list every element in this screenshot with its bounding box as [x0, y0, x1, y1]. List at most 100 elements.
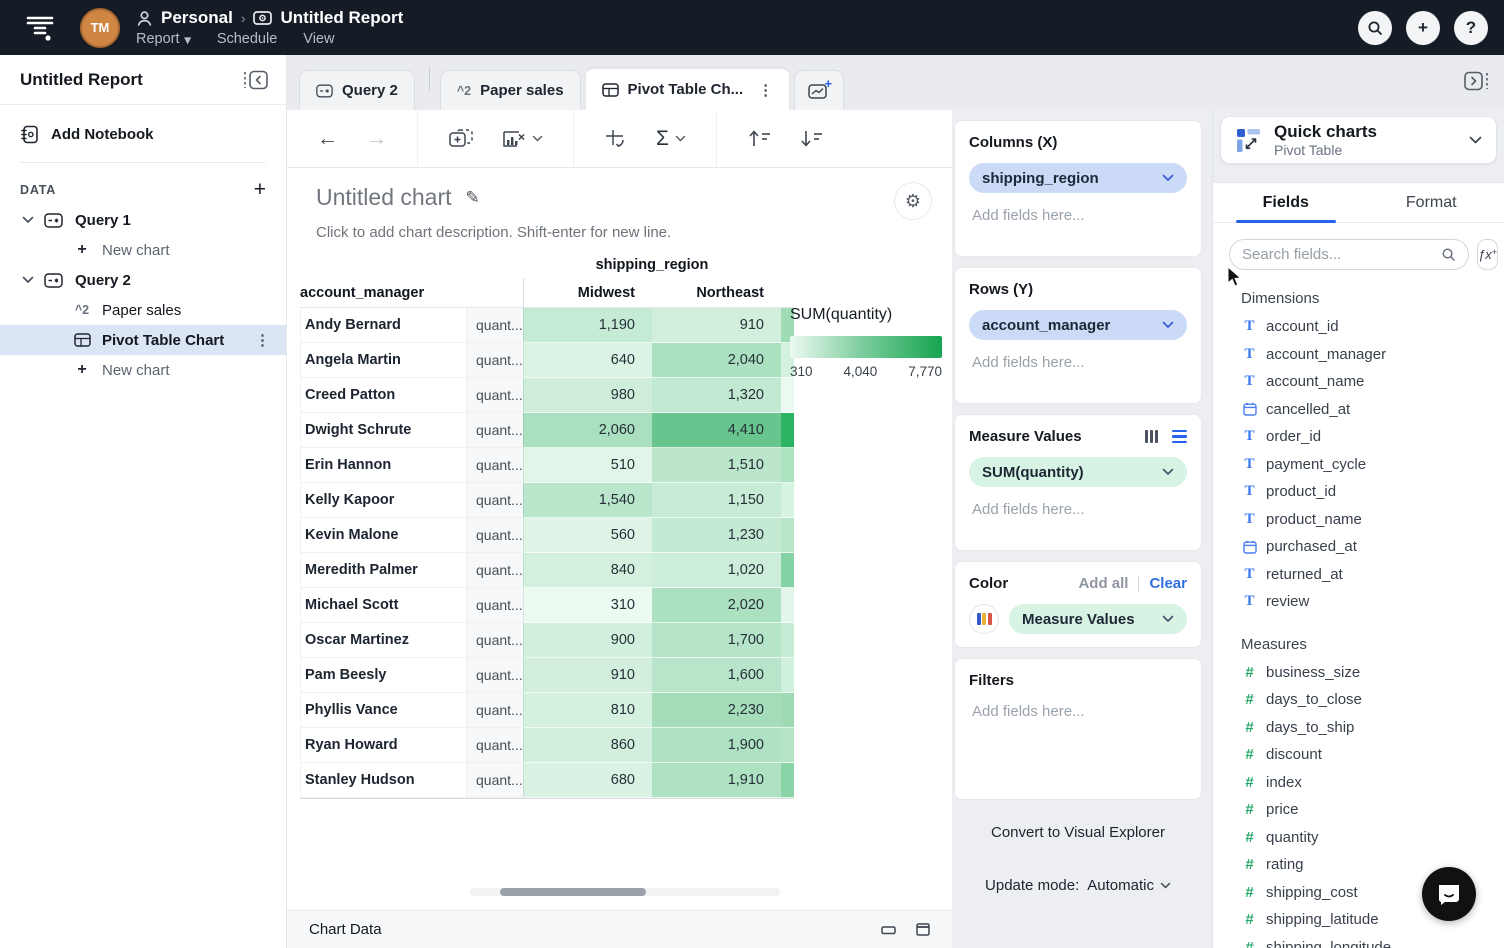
field-label: review	[1266, 593, 1309, 610]
measures-drop-zone[interactable]: Add fields here...	[969, 501, 1187, 518]
field-item-cancelled_at[interactable]: cancelled_at	[1213, 396, 1504, 424]
app-logo[interactable]	[22, 10, 58, 46]
filters-drop-zone[interactable]: Add fields here...	[969, 703, 1187, 720]
add-formula-button[interactable]: ƒx+	[1477, 239, 1498, 270]
sidebar-item-new-chart-1[interactable]: + New chart	[0, 235, 286, 265]
redo-button[interactable]: →	[366, 128, 387, 149]
fields-panel: Quick charts Pivot Table Fields Format	[1212, 110, 1504, 948]
field-item-review[interactable]: Treview	[1213, 588, 1504, 616]
partial-column-cell	[781, 728, 794, 763]
field-item-discount[interactable]: #discount	[1213, 741, 1504, 769]
sidebar-item-paper-sales[interactable]: ^2 Paper sales	[0, 295, 286, 325]
field-item-returned_at[interactable]: Treturned_at	[1213, 561, 1504, 589]
tab-menu-button[interactable]: ⋮	[758, 81, 773, 99]
tab-query-2[interactable]: Query 2	[299, 70, 415, 110]
field-item-purchased_at[interactable]: purchased_at	[1213, 533, 1504, 561]
chart-title[interactable]: Untitled chart	[316, 184, 452, 211]
field-item-order_id[interactable]: Torder_id	[1213, 423, 1504, 451]
avatar[interactable]: TM	[80, 8, 120, 48]
table-row: Oscar Martinezquant...9001,700	[300, 623, 794, 658]
field-item-account_name[interactable]: Taccount_name	[1213, 368, 1504, 396]
pill-account-manager[interactable]: account_manager	[969, 310, 1187, 340]
field-item-shipping_longitude[interactable]: #shipping_longitude	[1213, 934, 1504, 948]
measure-values-card: Measure Values SUM(quantity) Add fields …	[954, 414, 1202, 551]
person-icon	[136, 10, 153, 27]
sort-descending-button[interactable]	[799, 129, 823, 148]
column-layout-icon[interactable]	[1145, 430, 1158, 443]
quick-charts-selector[interactable]: Quick charts Pivot Table	[1220, 116, 1497, 164]
rows-drop-zone[interactable]: Add fields here...	[969, 354, 1187, 371]
field-item-product_name[interactable]: Tproduct_name	[1213, 506, 1504, 534]
chat-widget-button[interactable]	[1422, 867, 1476, 921]
menu-report[interactable]: Report▾	[136, 31, 191, 47]
pill-color-measure-values[interactable]: Measure Values	[1009, 604, 1187, 634]
tab-paper-sales[interactable]: ^2 Paper sales	[440, 70, 581, 110]
value-cell: 910	[652, 308, 781, 343]
field-item-price[interactable]: #price	[1213, 796, 1504, 824]
field-item-days_to_close[interactable]: #days_to_close	[1213, 686, 1504, 714]
row-layout-icon[interactable]	[1172, 430, 1187, 444]
remove-chart-button[interactable]	[502, 129, 543, 149]
new-chart-tab-button[interactable]: +	[794, 70, 844, 110]
table-row: Dwight Schrutequant...2,0604,410	[300, 413, 794, 448]
chart-data-bar[interactable]: Chart Data	[287, 910, 952, 948]
chevron-down-icon[interactable]	[22, 216, 36, 224]
collapse-sidebar-button[interactable]	[242, 70, 270, 90]
item-menu-button[interactable]: ⋮	[255, 331, 270, 349]
add-button[interactable]: +	[1406, 11, 1440, 45]
chart-description-placeholder[interactable]: Click to add chart description. Shift-en…	[316, 224, 671, 241]
expand-right-panel-button[interactable]	[1462, 71, 1490, 91]
sidebar-item-query2[interactable]: Query 2	[0, 265, 286, 295]
sidebar-item-new-chart-2[interactable]: + New chart	[0, 355, 286, 385]
field-item-payment_cycle[interactable]: Tpayment_cycle	[1213, 451, 1504, 479]
search-fields-box[interactable]	[1229, 239, 1469, 270]
help-button[interactable]: ?	[1454, 11, 1488, 45]
tab-pivot-table-chart[interactable]: Pivot Table Ch... ⋮	[585, 66, 791, 110]
scrollbar-thumb[interactable]	[500, 888, 646, 896]
field-item-product_id[interactable]: Tproduct_id	[1213, 478, 1504, 506]
breadcrumb-report-title[interactable]: Untitled Report	[280, 8, 403, 28]
pill-sum-quantity[interactable]: SUM(quantity)	[969, 457, 1187, 487]
sidebar-item-pivot-table-chart[interactable]: Pivot Table Chart ⋮	[0, 325, 286, 355]
sidebar-item-query1[interactable]: Query 1	[0, 205, 286, 235]
search-button[interactable]	[1358, 11, 1392, 45]
sidebar-report-title: Untitled Report	[20, 70, 143, 90]
horizontal-scrollbar[interactable]	[470, 888, 780, 896]
maximize-panel-button[interactable]	[916, 923, 930, 936]
undo-button[interactable]: ←	[317, 128, 338, 149]
tab-fields[interactable]: Fields	[1213, 183, 1359, 222]
add-notebook-label: Add Notebook	[51, 126, 154, 143]
pill-shipping-region[interactable]: shipping_region	[969, 163, 1187, 193]
tab-format[interactable]: Format	[1359, 183, 1504, 222]
chart-settings-button[interactable]: ⚙	[894, 182, 932, 220]
add-all-link[interactable]: Add all	[1078, 575, 1128, 592]
field-item-business_size[interactable]: #business_size	[1213, 659, 1504, 687]
add-notebook-button[interactable]: Add Notebook	[0, 105, 286, 162]
search-fields-input[interactable]	[1242, 246, 1441, 263]
menu-schedule[interactable]: Schedule	[217, 31, 277, 47]
number-field-icon: #	[1242, 746, 1257, 763]
field-item-account_manager[interactable]: Taccount_manager	[1213, 341, 1504, 369]
add-data-button[interactable]: +	[254, 183, 266, 197]
minimize-panel-button[interactable]	[881, 925, 896, 935]
convert-to-visual-explorer-button[interactable]: Convert to Visual Explorer	[954, 824, 1202, 841]
arrow-right-icon: →	[366, 128, 387, 149]
field-item-index[interactable]: #index	[1213, 769, 1504, 797]
color-palette-icon[interactable]	[969, 604, 999, 634]
add-to-dashboard-button[interactable]	[448, 128, 474, 150]
field-item-quantity[interactable]: #quantity	[1213, 824, 1504, 852]
aggregate-button[interactable]: Σ	[656, 127, 686, 151]
field-label: days_to_close	[1266, 691, 1362, 708]
columns-drop-zone[interactable]: Add fields here...	[969, 207, 1187, 224]
sort-ascending-button[interactable]	[747, 129, 771, 148]
menu-view[interactable]: View	[303, 31, 334, 47]
breadcrumb-workspace[interactable]: Personal	[161, 8, 233, 28]
field-item-account_id[interactable]: Taccount_id	[1213, 313, 1504, 341]
chevron-down-icon[interactable]	[22, 276, 36, 284]
transpose-button[interactable]	[604, 128, 628, 150]
update-mode-select[interactable]: Automatic	[1087, 877, 1171, 894]
edit-title-icon[interactable]: ✎	[466, 188, 480, 208]
clear-link[interactable]: Clear	[1149, 575, 1187, 592]
row-label: Ryan Howard	[300, 728, 466, 763]
field-item-days_to_ship[interactable]: #days_to_ship	[1213, 714, 1504, 742]
